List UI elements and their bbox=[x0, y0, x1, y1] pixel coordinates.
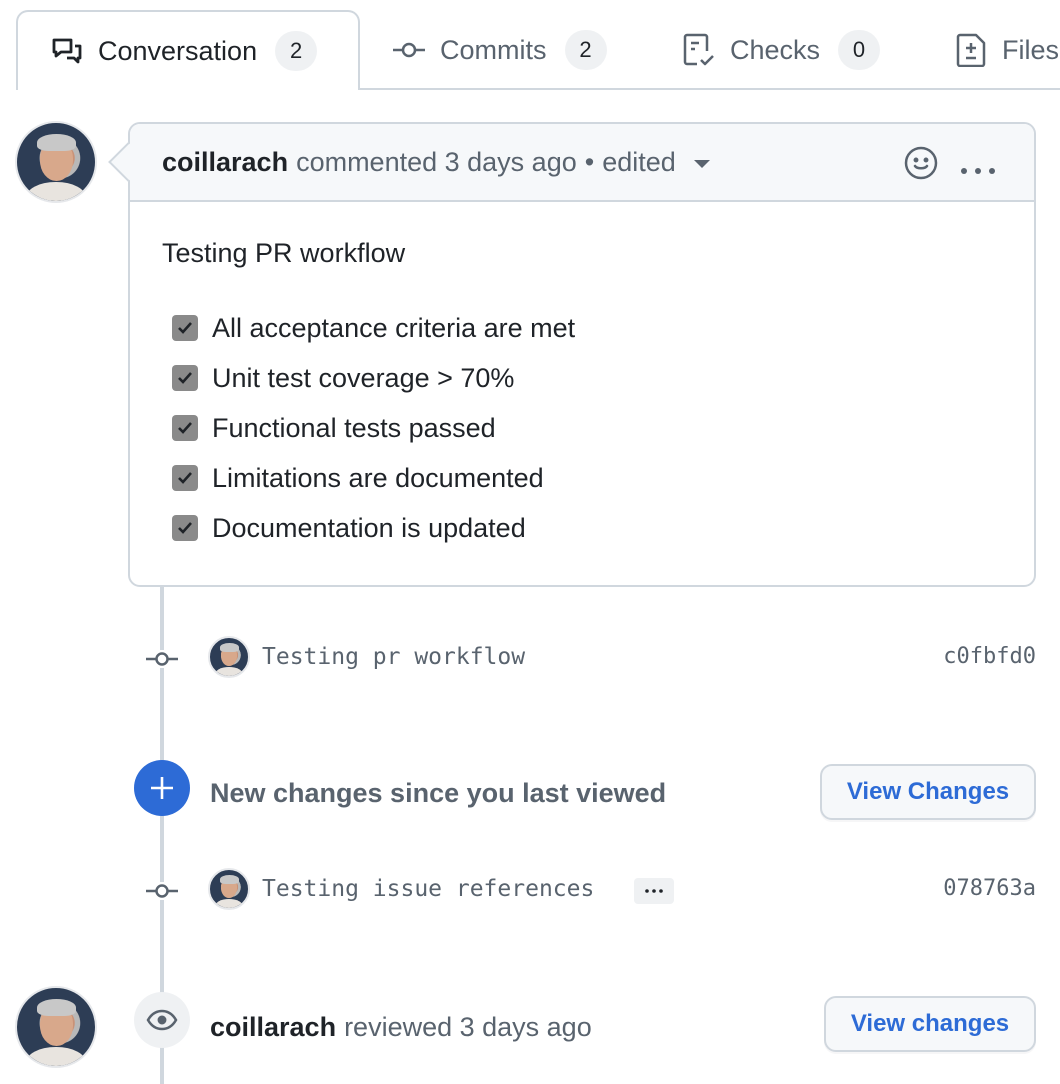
tab-counter: 0 bbox=[838, 30, 881, 70]
pr-tab-bar: Conversation 2 Commits 2 Checks 0 Files bbox=[0, 0, 1060, 90]
view-changes-button[interactable]: View changes bbox=[824, 996, 1036, 1052]
task-label: Functional tests passed bbox=[212, 412, 496, 443]
task-label: Unit test coverage > 70% bbox=[212, 362, 515, 393]
new-changes-text: New changes since you last viewed bbox=[210, 778, 667, 808]
review-summary: coillarach reviewed 3 days ago bbox=[210, 1012, 592, 1043]
commit-sha-link[interactable]: c0fbfd0 bbox=[943, 644, 1036, 669]
review-timestamp[interactable]: reviewed 3 days ago bbox=[344, 1012, 592, 1042]
plus-icon bbox=[134, 760, 190, 816]
review-event: coillarach reviewed 3 days ago View chang… bbox=[0, 986, 1060, 1076]
commit-row: Testing pr workflow c0fbfd0 bbox=[0, 634, 1060, 684]
commit-message-link[interactable]: Testing pr workflow bbox=[262, 644, 525, 670]
new-changes-marker: New changes since you last viewed View C… bbox=[0, 760, 1060, 820]
task-list: All acceptance criteria are met Unit tes… bbox=[162, 303, 1002, 553]
tab-conversation[interactable]: Conversation 2 bbox=[16, 10, 360, 90]
comment-box: coillarach commented 3 days ago • edited… bbox=[108, 122, 1036, 587]
comment-timestamp[interactable]: commented 3 days ago bbox=[296, 147, 577, 178]
comment-text: Testing PR workflow bbox=[162, 238, 406, 268]
avatar[interactable] bbox=[208, 868, 250, 910]
commit-sha-link[interactable]: 078763a bbox=[943, 876, 1036, 901]
avatar[interactable] bbox=[208, 636, 250, 678]
review-author[interactable]: coillarach bbox=[210, 1012, 336, 1042]
view-changes-button[interactable]: View Changes bbox=[820, 764, 1036, 820]
comment-body: Testing PR workflow All acceptance crite… bbox=[130, 202, 1034, 585]
smiley-icon[interactable] bbox=[904, 146, 938, 187]
tab-checks[interactable]: Checks 0 bbox=[682, 10, 881, 90]
edited-label: edited bbox=[602, 146, 676, 177]
tab-files[interactable]: Files bbox=[954, 10, 1059, 90]
tab-label: Files bbox=[1002, 34, 1060, 65]
task-item: Unit test coverage > 70% bbox=[162, 353, 1002, 403]
checkbox-checked[interactable] bbox=[172, 365, 198, 391]
tab-counter: 2 bbox=[564, 30, 607, 70]
git-commit-icon bbox=[146, 882, 178, 905]
checklist-icon bbox=[682, 33, 716, 67]
separator-dot: • bbox=[584, 146, 595, 177]
git-commit-icon bbox=[392, 33, 426, 67]
kebab-horizontal-icon[interactable] bbox=[960, 151, 996, 182]
checkbox-checked[interactable] bbox=[172, 315, 198, 341]
task-label: Limitations are documented bbox=[212, 462, 544, 493]
tab-label: Checks bbox=[730, 34, 821, 65]
expand-commit-message-button[interactable] bbox=[634, 878, 674, 904]
tab-commits[interactable]: Commits 2 bbox=[392, 10, 607, 90]
comment-header: coillarach commented 3 days ago • edited bbox=[108, 124, 1034, 202]
task-item: All acceptance criteria are met bbox=[162, 303, 1002, 353]
file-diff-icon bbox=[954, 33, 988, 67]
comment-author[interactable]: coillarach bbox=[162, 147, 288, 178]
comment-discussion-icon bbox=[50, 34, 84, 68]
avatar[interactable] bbox=[15, 121, 97, 203]
commit-row: Testing issue references 078763a bbox=[0, 866, 1060, 916]
git-commit-icon bbox=[146, 650, 178, 673]
checkbox-checked[interactable] bbox=[172, 415, 198, 441]
edited-dropdown[interactable]: edited bbox=[602, 147, 710, 178]
tab-counter: 2 bbox=[275, 31, 318, 71]
chevron-down-icon bbox=[693, 160, 710, 168]
checkbox-checked[interactable] bbox=[172, 515, 198, 541]
task-item: Documentation is updated bbox=[162, 503, 1002, 553]
comment-pointer bbox=[108, 142, 148, 182]
tab-label: Commits bbox=[440, 34, 547, 65]
avatar[interactable] bbox=[15, 986, 97, 1068]
ellipsis-icon bbox=[645, 889, 663, 893]
eye-icon bbox=[134, 992, 190, 1048]
tab-label: Conversation bbox=[98, 35, 258, 66]
commit-message-link[interactable]: Testing issue references bbox=[262, 876, 594, 902]
task-label: All acceptance criteria are met bbox=[212, 312, 576, 343]
task-label: Documentation is updated bbox=[212, 512, 526, 543]
task-item: Limitations are documented bbox=[162, 453, 1002, 503]
task-item: Functional tests passed bbox=[162, 403, 1002, 453]
checkbox-checked[interactable] bbox=[172, 465, 198, 491]
